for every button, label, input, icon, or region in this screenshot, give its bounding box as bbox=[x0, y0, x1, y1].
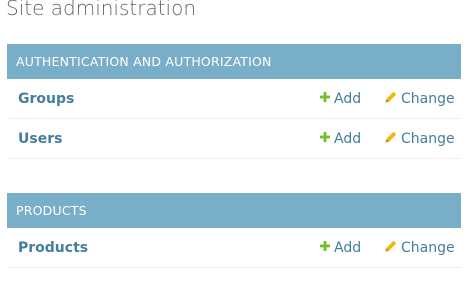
plus-icon bbox=[320, 92, 330, 102]
add-users-link[interactable]: Add bbox=[320, 119, 361, 159]
model-row-users: Users Add Change bbox=[7, 119, 461, 159]
model-link-groups[interactable]: Groups bbox=[18, 79, 74, 119]
module-products: PRODUCTS Products Add Change bbox=[7, 193, 461, 268]
module-caption-auth[interactable]: AUTHENTICATION AND AUTHORIZATION bbox=[7, 44, 461, 79]
model-row-products: Products Add Change bbox=[7, 228, 461, 268]
change-products-link[interactable]: Change bbox=[385, 228, 455, 268]
page-title: Site administration bbox=[6, 0, 197, 20]
model-link-users[interactable]: Users bbox=[18, 119, 62, 159]
pencil-icon bbox=[385, 240, 397, 252]
add-products-link[interactable]: Add bbox=[320, 228, 361, 268]
add-label: Add bbox=[334, 91, 362, 107]
add-label: Add bbox=[334, 240, 362, 256]
change-groups-link[interactable]: Change bbox=[385, 79, 455, 119]
add-label: Add bbox=[334, 131, 362, 147]
model-row-groups: Groups Add Change bbox=[7, 79, 461, 119]
add-groups-link[interactable]: Add bbox=[320, 79, 361, 119]
plus-icon bbox=[320, 132, 330, 142]
change-users-link[interactable]: Change bbox=[385, 119, 455, 159]
plus-icon bbox=[320, 241, 330, 251]
change-label: Change bbox=[401, 240, 455, 256]
module-auth: AUTHENTICATION AND AUTHORIZATION Groups … bbox=[7, 44, 461, 159]
change-label: Change bbox=[401, 91, 455, 107]
pencil-icon bbox=[385, 131, 397, 143]
pencil-icon bbox=[385, 91, 397, 103]
module-caption-products[interactable]: PRODUCTS bbox=[7, 193, 461, 228]
change-label: Change bbox=[401, 131, 455, 147]
model-link-products[interactable]: Products bbox=[18, 228, 88, 268]
